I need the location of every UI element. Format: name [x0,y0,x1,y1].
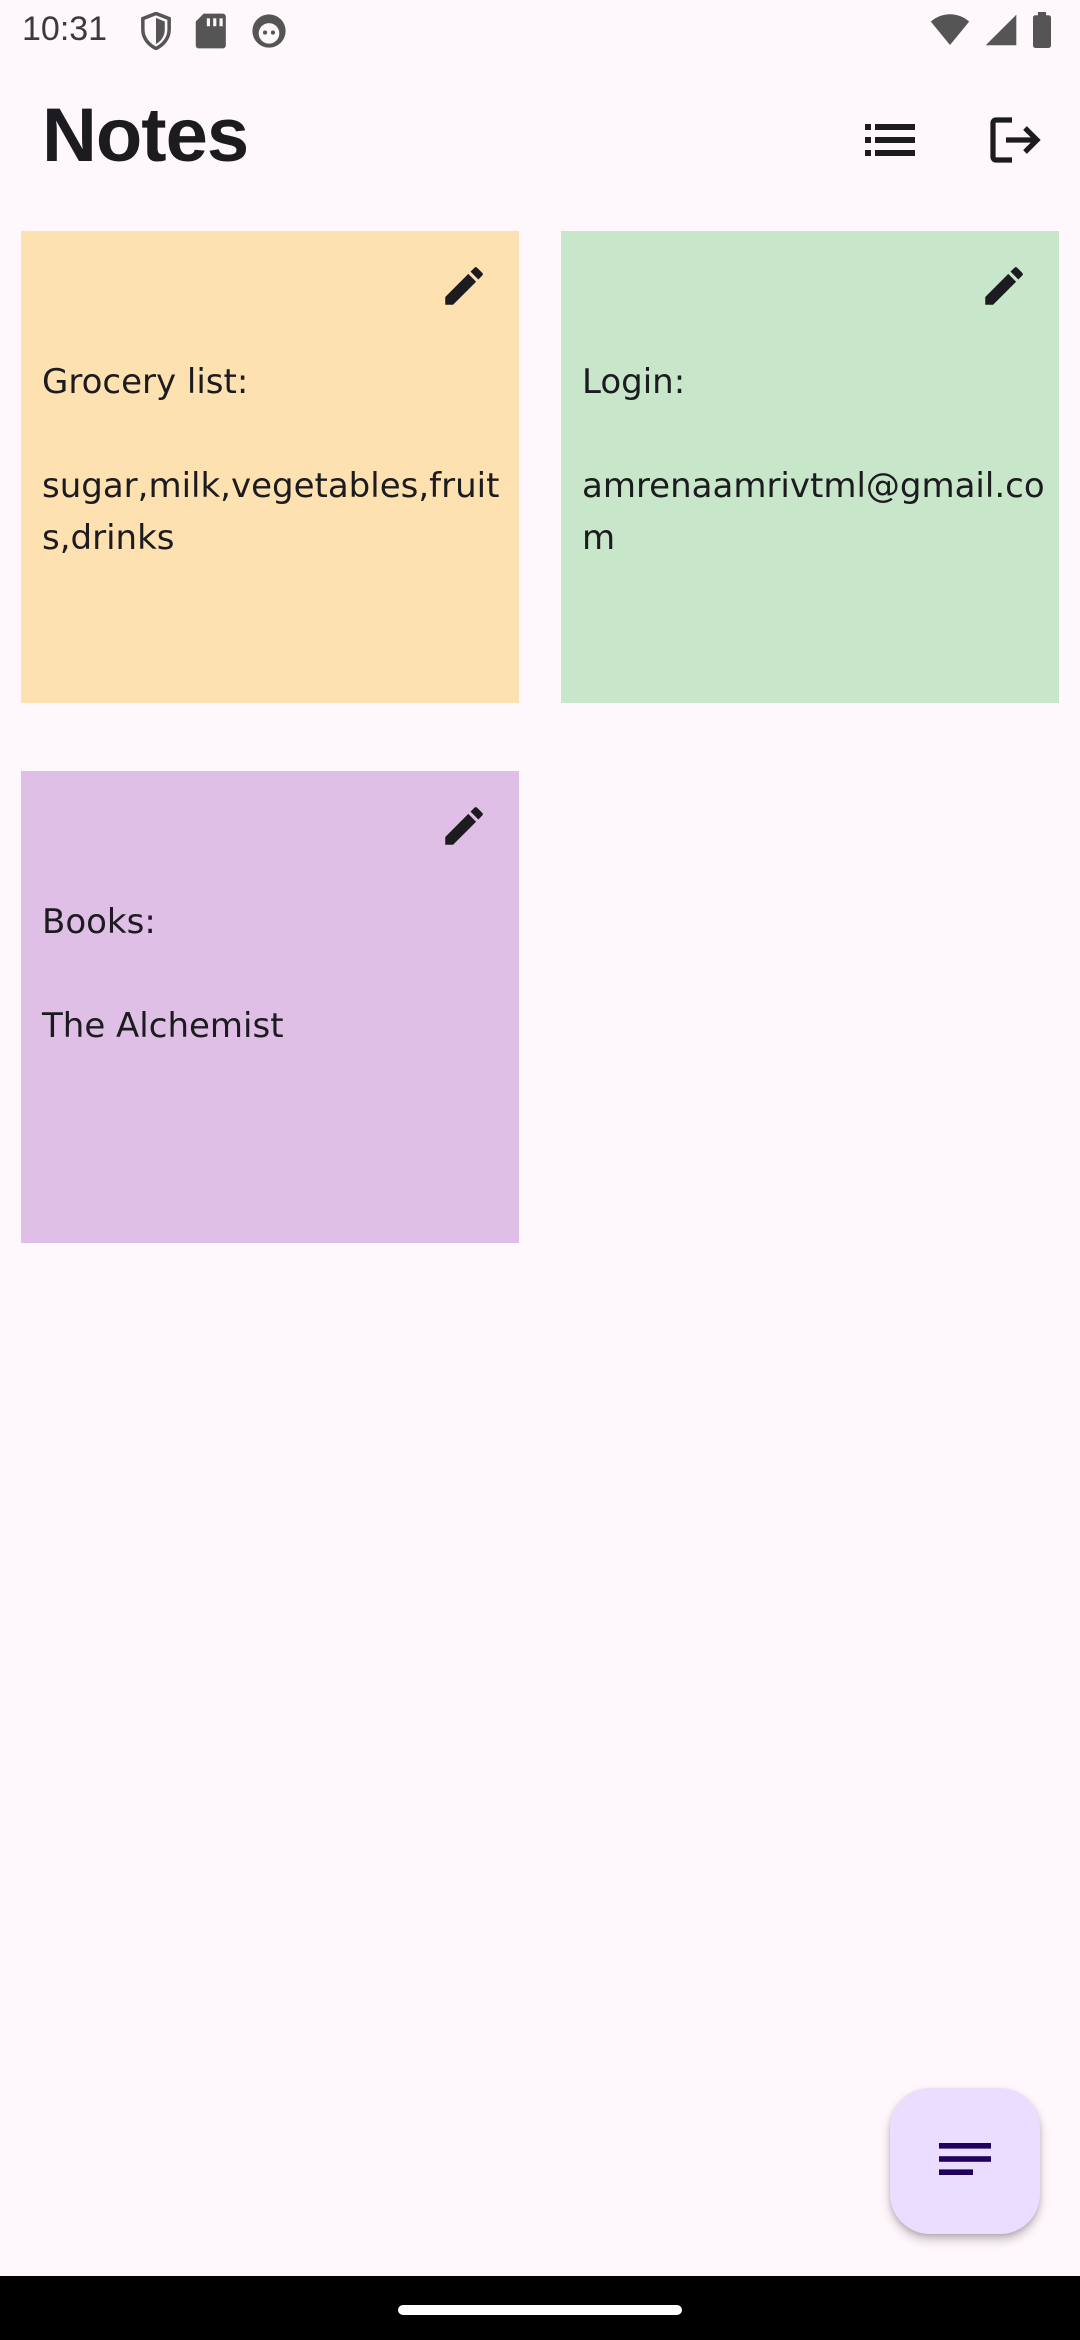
pencil-icon [979,261,1029,315]
note-content: Grocery list: sugar,milk,vegetables,frui… [42,362,500,558]
note-card[interactable]: Grocery list: sugar,milk,vegetables,frui… [21,231,519,703]
logout-icon [990,116,1042,168]
edit-note-button[interactable] [429,793,499,863]
notes-screen: 10:31 Notes Grocery list: sugar,milk,veg… [0,0,1080,2340]
shield-icon [138,11,176,51]
battery-icon [1032,12,1052,52]
note-content: Books: The Alchemist [42,902,284,1046]
page-title: Notes [42,93,249,178]
edit-note-button[interactable] [969,253,1039,323]
app-bar: Notes [0,64,1080,214]
sort-fab-button[interactable] [890,2088,1040,2234]
sd-card-icon [194,12,232,50]
home-gesture-handle[interactable] [398,2305,682,2315]
sort-lines-icon [939,2139,991,2183]
pencil-icon [439,261,489,315]
status-bar: 10:31 [0,0,1080,64]
face-icon [250,12,288,50]
note-card[interactable]: Login: amrenaamrivtml@gmail.com [561,231,1059,703]
edit-note-button[interactable] [429,253,499,323]
system-nav-bar [0,2276,1080,2340]
logout-button[interactable] [976,102,1056,182]
wifi-icon [930,13,970,51]
note-content: Login: amrenaamrivtml@gmail.com [582,362,1045,558]
list-view-button[interactable] [850,102,930,182]
signal-icon [984,13,1018,51]
pencil-icon [439,801,489,855]
list-view-icon [865,120,915,164]
note-card[interactable]: Books: The Alchemist [21,771,519,1243]
status-time: 10:31 [22,10,108,48]
